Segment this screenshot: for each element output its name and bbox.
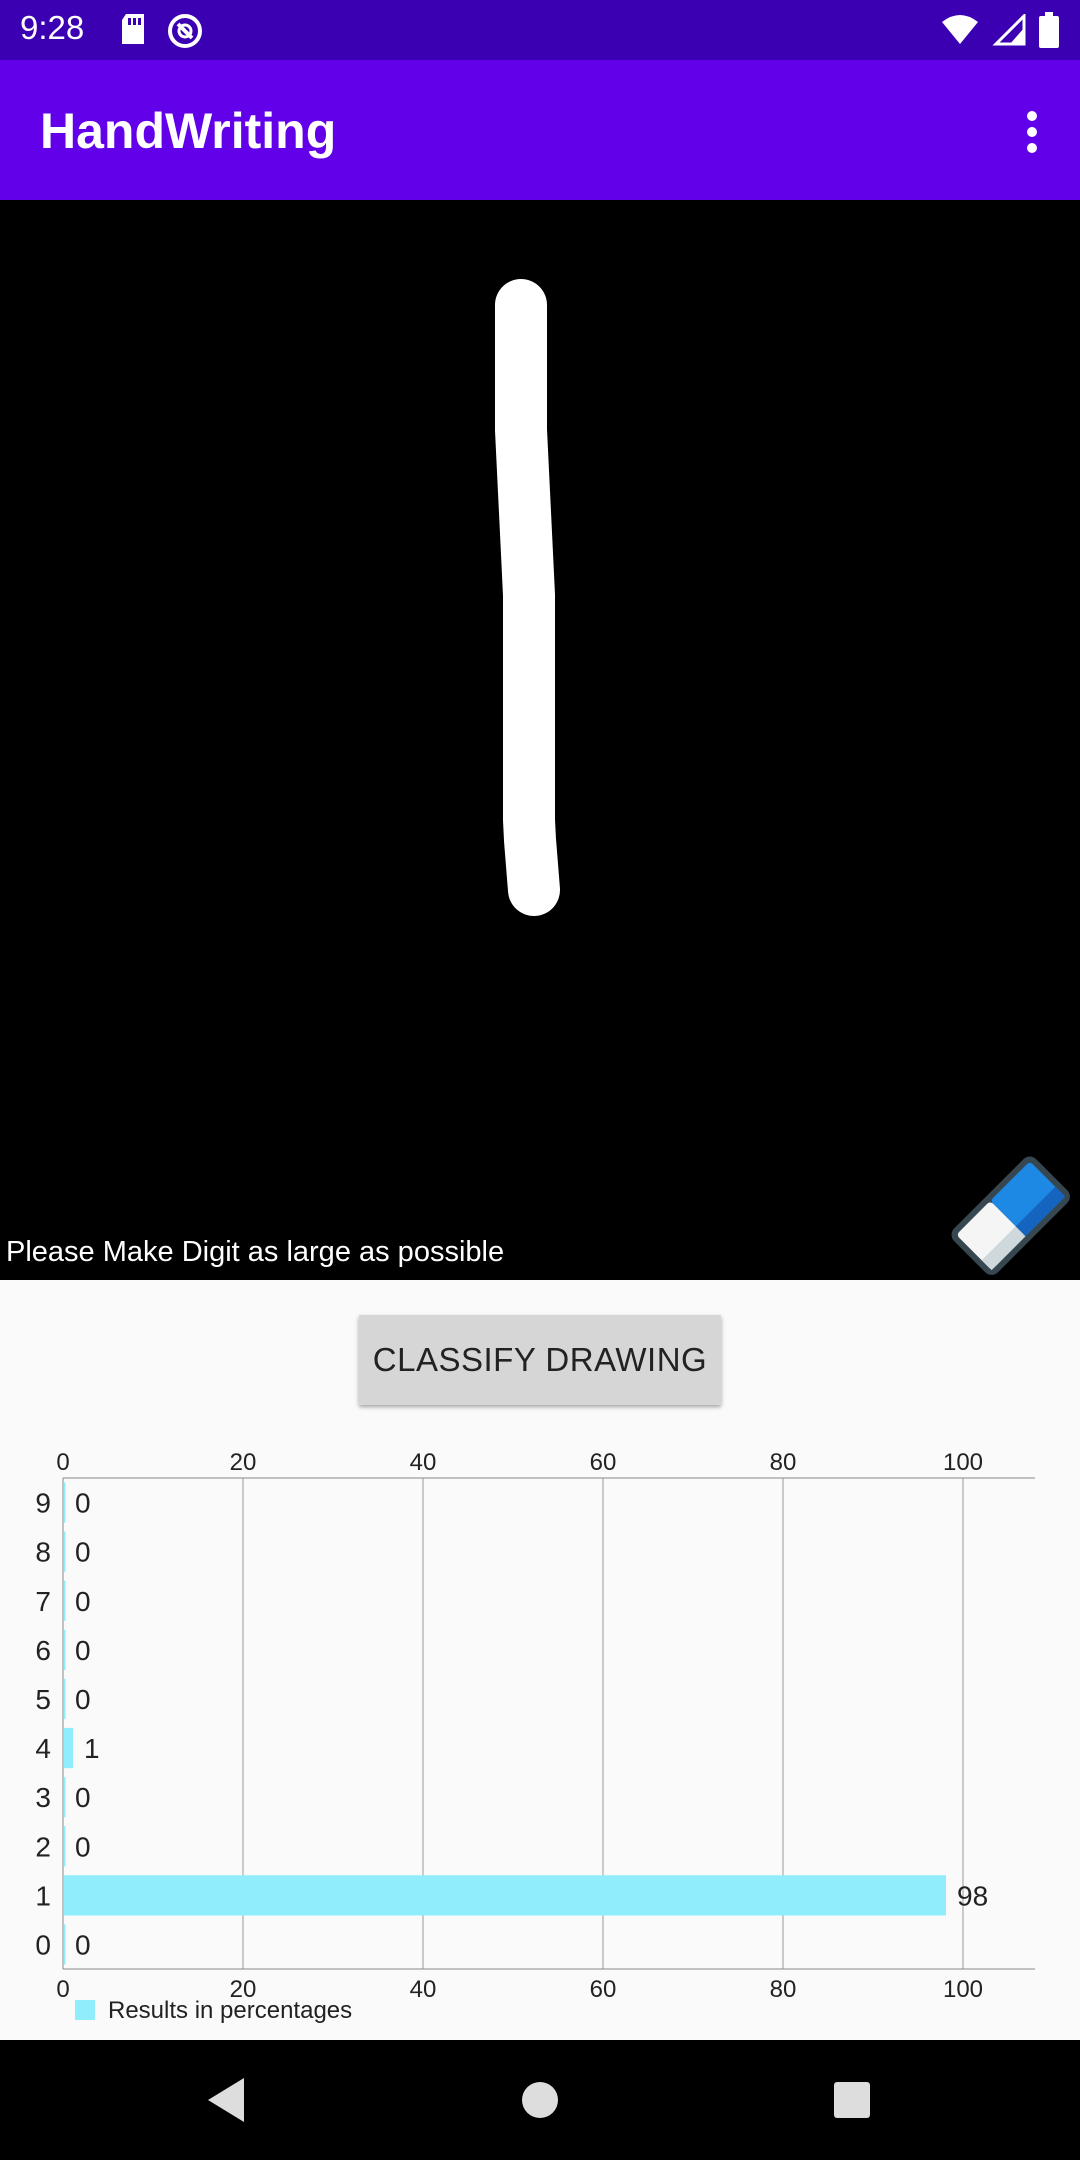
app-title: HandWriting [40, 103, 337, 159]
bar-9 [64, 1482, 66, 1523]
value-label: 98 [957, 1880, 988, 1911]
x-tick-top: 80 [770, 1449, 797, 1476]
value-label: 0 [75, 1488, 91, 1519]
navigation-bar [0, 2040, 1080, 2160]
bar-2 [64, 1826, 66, 1867]
value-label: 1 [84, 1733, 100, 1764]
x-tick-top: 0 [56, 1449, 69, 1476]
canvas-hint: Please Make Digit as large as possible [6, 1236, 505, 1268]
home-icon[interactable] [510, 2070, 570, 2130]
bar-7 [64, 1580, 66, 1621]
drawing-canvas[interactable]: Please Make Digit as large as possible [0, 200, 1080, 1280]
value-label: 0 [75, 1537, 91, 1568]
results-bar-chart: 0020204040606080801001000 01 982 03 04 15 06 07… [35, 1449, 1035, 2024]
battery-icon [1039, 12, 1059, 48]
bar-4 [64, 1727, 73, 1769]
category-label: 9 [35, 1488, 51, 1519]
bar-0 [64, 1924, 66, 1965]
cell-signal-icon [992, 14, 1026, 46]
bar-8 [64, 1531, 66, 1572]
x-tick-bottom: 100 [943, 1976, 983, 2003]
drawn-stroke [495, 279, 560, 916]
status-time: 9:28 [20, 9, 85, 46]
x-tick-bottom: 60 [590, 1976, 617, 2003]
value-label: 0 [75, 1684, 91, 1715]
status-bar: 9:28 [0, 0, 1080, 60]
bar-1 [64, 1875, 946, 1916]
category-label: 4 [35, 1733, 51, 1764]
recents-icon[interactable] [822, 2070, 882, 2130]
more-vert-icon[interactable] [1014, 108, 1050, 156]
category-label: 3 [35, 1782, 51, 1813]
eraser-icon[interactable] [940, 1145, 1080, 1280]
back-icon[interactable] [196, 2070, 256, 2130]
value-label: 0 [75, 1782, 91, 1813]
category-label: 2 [35, 1831, 51, 1862]
x-tick-top: 40 [410, 1449, 437, 1476]
x-tick-top: 60 [590, 1449, 617, 1476]
sync-icon [168, 14, 202, 48]
classify-drawing-button[interactable]: CLASSIFY DRAWING [359, 1315, 721, 1405]
x-tick-bottom: 0 [56, 1976, 69, 2003]
category-label: 8 [35, 1537, 51, 1568]
x-tick-top: 100 [943, 1449, 983, 1476]
x-tick-top: 20 [230, 1449, 257, 1476]
x-tick-bottom: 40 [410, 1976, 437, 2003]
sd-card-icon [122, 14, 144, 44]
category-label: 1 [35, 1880, 51, 1911]
value-label: 0 [75, 1586, 91, 1617]
legend-label: Results in percentages [108, 1997, 352, 2024]
wifi-icon [942, 15, 978, 44]
category-label: 6 [35, 1635, 51, 1666]
category-label: 7 [35, 1586, 51, 1617]
x-tick-bottom: 80 [770, 1976, 797, 2003]
legend-swatch [75, 2000, 95, 2020]
bar-3 [64, 1777, 66, 1818]
category-label: 0 [35, 1929, 51, 1960]
bar-6 [64, 1629, 66, 1670]
value-label: 0 [75, 1929, 91, 1960]
bar-5 [64, 1678, 66, 1720]
value-label: 0 [75, 1635, 91, 1666]
app-bar: HandWriting [0, 60, 1080, 200]
category-label: 5 [35, 1684, 51, 1715]
value-label: 0 [75, 1831, 91, 1862]
